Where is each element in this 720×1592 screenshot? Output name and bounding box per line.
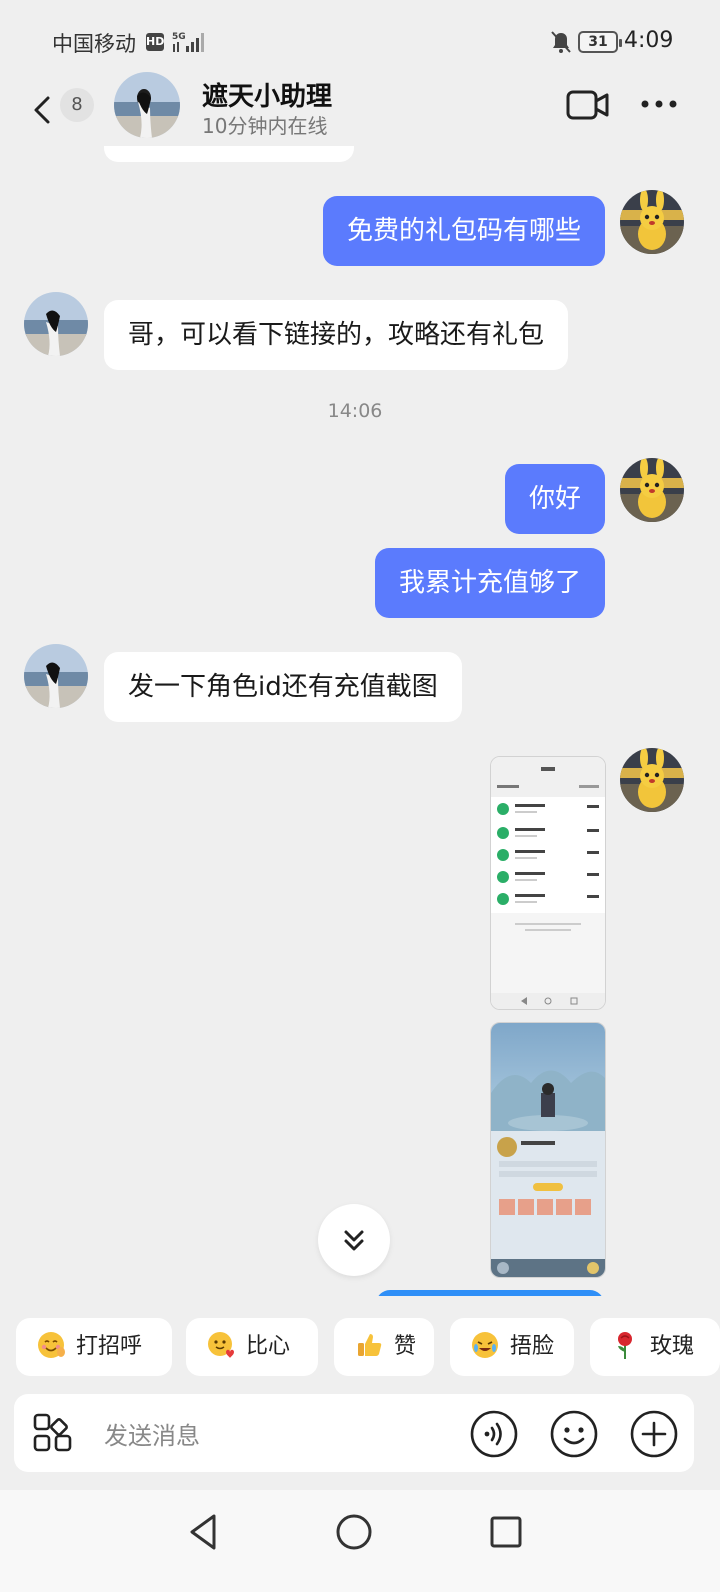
my-avatar[interactable]	[620, 458, 684, 522]
greeting-emoji-icon	[38, 1332, 65, 1358]
heart-hands-emoji-icon	[208, 1332, 234, 1358]
quick-reply-rose[interactable]: 玫瑰	[590, 1318, 720, 1376]
message-bubble-outgoing[interactable]: 你好	[504, 464, 605, 534]
contact-name: 遮天小助理	[202, 82, 333, 112]
quick-reply-label: 玫瑰	[650, 1334, 695, 1359]
message-bubble-outgoing[interactable]: 免费的礼包码有哪些	[322, 196, 605, 266]
quick-reply-facepalm[interactable]: 捂脸	[450, 1318, 574, 1376]
apps-grid-icon[interactable]	[32, 1412, 74, 1454]
thumbs-up-emoji-icon	[358, 1334, 382, 1356]
video-call-icon[interactable]	[566, 88, 610, 122]
unread-count-badge[interactable]: 8	[60, 88, 94, 122]
carrier-label: 中国移动	[52, 32, 136, 56]
voice-message-icon[interactable]	[470, 1410, 518, 1458]
message-timestamp: 14:06	[327, 400, 383, 422]
contact-avatar-small[interactable]	[24, 644, 88, 708]
message-input-bar: 发送消息	[14, 1394, 694, 1472]
message-bubble-incoming[interactable]: 哥，可以看下链接的，攻略还有礼包	[104, 300, 569, 370]
facepalm-emoji-icon	[472, 1332, 498, 1358]
system-navigation-bar	[0, 1490, 720, 1592]
message-input[interactable]: 发送消息	[104, 1416, 200, 1451]
nav-recents-icon[interactable]	[484, 1510, 528, 1554]
message-list[interactable]: 免费的礼包码有哪些 哥，可以看下链接的，攻略还有礼包 14:06 你好 我累计充…	[0, 146, 720, 1296]
chat-header: 8 遮天小助理 10分钟内在线	[0, 72, 720, 146]
scroll-to-bottom-button[interactable]	[318, 1204, 390, 1276]
contact-avatar-small[interactable]	[24, 292, 88, 356]
rose-emoji-icon	[618, 1332, 632, 1359]
more-options-icon[interactable]	[640, 94, 678, 114]
quick-reply-label: 捂脸	[510, 1334, 555, 1359]
double-chevron-down-icon	[344, 1230, 364, 1251]
status-bar: 中国移动 HD 5G 31 4:09	[0, 0, 720, 80]
contact-avatar[interactable]	[114, 72, 180, 138]
plus-icon[interactable]	[630, 1410, 678, 1458]
message-bubble-partial	[104, 146, 354, 162]
message-bubble-incoming[interactable]: 发一下角色id还有充值截图	[104, 652, 462, 722]
quick-reply-bar: 打招呼 比心 赞 捂脸 玫瑰	[0, 1316, 720, 1378]
clock: 4:09	[624, 28, 674, 53]
quick-reply-heart[interactable]: 比心	[186, 1318, 318, 1376]
image-message-payment-screenshot[interactable]	[490, 756, 606, 1010]
message-bubble-partial-outgoing	[376, 1290, 604, 1296]
quick-reply-greeting[interactable]: 打招呼	[16, 1318, 172, 1376]
quick-reply-label: 赞	[394, 1334, 417, 1359]
quick-reply-label: 打招呼	[76, 1334, 143, 1359]
my-avatar[interactable]	[620, 748, 684, 812]
signal-icon: 5G	[172, 32, 204, 52]
nav-home-icon[interactable]	[332, 1510, 376, 1554]
mute-bell-icon	[551, 31, 571, 53]
image-message-game-screenshot[interactable]	[490, 1022, 606, 1278]
online-status: 10分钟内在线	[202, 114, 328, 138]
network-label: 5G	[172, 32, 186, 42]
quick-reply-label: 比心	[246, 1334, 291, 1359]
back-arrow-icon[interactable]	[28, 88, 58, 132]
hd-badge: HD	[146, 33, 164, 51]
message-bubble-outgoing[interactable]: 我累计充值够了	[374, 548, 605, 618]
my-avatar[interactable]	[620, 190, 684, 254]
battery-indicator: 31	[578, 31, 622, 53]
emoji-icon[interactable]	[550, 1410, 598, 1458]
quick-reply-like[interactable]: 赞	[334, 1318, 434, 1376]
nav-back-icon[interactable]	[182, 1510, 226, 1554]
